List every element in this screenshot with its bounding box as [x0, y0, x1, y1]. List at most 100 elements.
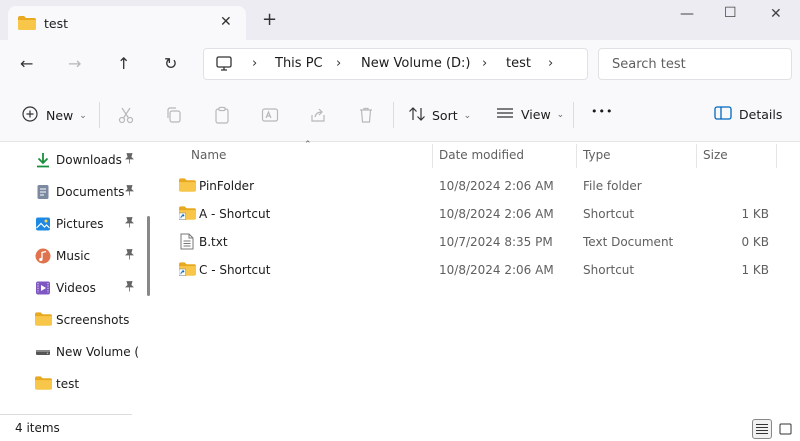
more-options-icon[interactable]: ••• — [591, 105, 613, 118]
sidebar-item-documents[interactable]: Documents — [0, 176, 140, 206]
crumb-new-volume[interactable]: New Volume (D:) — [361, 56, 471, 71]
sidebar-item-pictures[interactable]: Pictures — [0, 208, 140, 238]
sort-label: Sort — [432, 108, 458, 123]
pin-icon — [125, 249, 134, 263]
file-date: 10/7/2024 8:35 PM — [439, 235, 553, 249]
crumb-this-pc[interactable]: This PC — [275, 56, 323, 71]
details-view-icon[interactable] — [752, 419, 772, 439]
details-label: Details — [739, 107, 783, 122]
divider — [99, 102, 100, 128]
large-icons-view-icon[interactable] — [775, 419, 795, 439]
minimize-icon[interactable]: — — [680, 6, 694, 22]
crumb-chevron[interactable]: › — [252, 56, 257, 71]
folder-icon — [35, 376, 52, 392]
delete-icon[interactable] — [357, 106, 375, 127]
sort-button[interactable]: Sort ⌄ — [408, 106, 471, 125]
forward-icon[interactable]: → — [68, 54, 81, 73]
sidebar-item-new-volume[interactable]: New Volume (D:) — [0, 336, 140, 366]
file-date: 10/8/2024 2:06 AM — [439, 263, 554, 277]
file-size: 1 KB — [741, 207, 769, 221]
file-name[interactable]: PinFolder — [199, 179, 254, 193]
folder-icon — [18, 16, 36, 33]
music-icon — [35, 248, 51, 264]
sidebar-item-test[interactable]: test — [0, 368, 140, 398]
sidebar-item-downloads[interactable]: Downloads — [0, 144, 140, 174]
column-divider[interactable] — [432, 144, 433, 168]
crumb-test[interactable]: test — [506, 56, 531, 71]
documents-icon — [35, 184, 51, 200]
pin-icon — [125, 185, 134, 199]
table-row[interactable]: PinFolder 10/8/2024 2:06 AM File folder — [176, 172, 786, 200]
monitor-icon[interactable] — [216, 56, 232, 74]
file-date: 10/8/2024 2:06 AM — [439, 207, 554, 221]
file-date: 10/8/2024 2:06 AM — [439, 179, 554, 193]
item-count: 4 items — [15, 421, 60, 435]
copy-icon[interactable] — [165, 106, 183, 127]
search-input[interactable] — [599, 49, 791, 79]
new-label: New — [46, 108, 74, 123]
crumb-chevron[interactable]: › — [482, 56, 487, 71]
table-row[interactable]: B.txt 10/7/2024 8:35 PM Text Document 0 … — [176, 228, 786, 256]
file-size: 0 KB — [741, 235, 769, 249]
window-close-icon[interactable]: ✕ — [770, 6, 782, 22]
file-list: ⌃ Name Date modified Type Size PinFolder… — [156, 140, 800, 417]
chevron-down-icon: ⌄ — [556, 109, 565, 120]
sidebar-scrollbar[interactable] — [147, 216, 150, 296]
address-row: ← → ↑ ↻ › This PC › New Volume (D:) › te… — [0, 40, 800, 88]
text-file-icon — [180, 233, 194, 253]
divider — [573, 102, 574, 128]
command-bar: New ⌄ Sort ⌄ View ⌄ ••• Details — [0, 88, 800, 142]
column-header-size[interactable]: Size — [703, 148, 728, 162]
address-bar[interactable]: › This PC › New Volume (D:) › test › — [203, 48, 588, 80]
column-divider[interactable] — [776, 144, 777, 168]
details-button[interactable]: Details — [714, 106, 782, 123]
close-tab-icon[interactable]: ✕ — [220, 14, 232, 30]
folder-icon — [179, 178, 196, 195]
search-box[interactable] — [598, 48, 792, 80]
plus-circle-icon — [22, 106, 38, 125]
column-header-name[interactable]: Name — [191, 148, 226, 162]
rename-icon[interactable] — [261, 106, 279, 127]
sort-ascending-icon: ⌃ — [304, 140, 312, 150]
details-pane-icon — [714, 106, 732, 123]
divider — [0, 414, 132, 415]
column-header-type[interactable]: Type — [583, 148, 611, 162]
file-size: 1 KB — [741, 263, 769, 277]
crumb-chevron[interactable]: › — [336, 56, 341, 71]
file-type: Shortcut — [583, 263, 635, 277]
refresh-icon[interactable]: ↻ — [164, 54, 177, 73]
sidebar-item-label: Screenshots — [56, 313, 130, 327]
file-name[interactable]: B.txt — [199, 235, 228, 249]
view-button[interactable]: View ⌄ — [496, 106, 564, 123]
cut-icon[interactable] — [117, 106, 135, 127]
chevron-down-icon: ⌄ — [79, 110, 87, 121]
pin-icon — [125, 281, 134, 295]
table-row[interactable]: C - Shortcut 10/8/2024 2:06 AM Shortcut … — [176, 256, 786, 284]
sidebar-item-screenshots[interactable]: Screenshots — [0, 304, 140, 334]
sidebar-item-videos[interactable]: Videos — [0, 272, 140, 302]
download-icon — [35, 152, 51, 168]
column-divider[interactable] — [696, 144, 697, 168]
back-icon[interactable]: ← — [20, 54, 33, 73]
column-divider[interactable] — [576, 144, 577, 168]
paste-icon[interactable] — [213, 106, 231, 127]
table-row[interactable]: A - Shortcut 10/8/2024 2:06 AM Shortcut … — [176, 200, 786, 228]
up-icon[interactable]: ↑ — [117, 54, 130, 73]
sidebar-item-music[interactable]: Music — [0, 240, 140, 270]
pictures-icon — [35, 216, 51, 232]
share-icon[interactable] — [309, 106, 327, 127]
file-name[interactable]: C - Shortcut — [199, 263, 270, 277]
maximize-icon[interactable]: ☐ — [724, 5, 737, 21]
title-bar: test ✕ + — ☐ ✕ — [0, 0, 800, 40]
tab-test[interactable]: test ✕ — [8, 6, 246, 40]
folder-shortcut-icon — [178, 206, 196, 223]
new-button[interactable]: New ⌄ — [22, 106, 87, 125]
sidebar-item-label: test — [56, 377, 80, 391]
sort-icon — [408, 106, 426, 125]
file-name[interactable]: A - Shortcut — [199, 207, 270, 221]
column-header-date[interactable]: Date modified — [439, 148, 524, 162]
file-type: Shortcut — [583, 207, 635, 221]
new-tab-icon[interactable]: + — [262, 11, 277, 29]
crumb-chevron[interactable]: › — [548, 56, 553, 71]
view-list-icon — [496, 106, 514, 123]
